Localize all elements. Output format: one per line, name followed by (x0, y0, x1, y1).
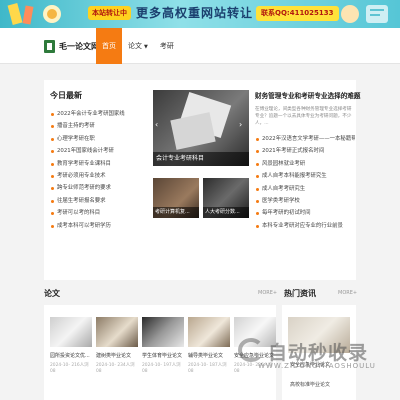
nav-item-kaoyan[interactable]: 考研 (154, 28, 180, 64)
carousel-caption[interactable]: 会计专业考研科目 (153, 152, 249, 166)
papers-section-title: 论文 (44, 289, 60, 298)
list-item[interactable]: 每年考研的初试时间 (255, 207, 355, 219)
section-title: 今日最新 (50, 91, 82, 100)
hot-section-title: 热门资讯 (284, 289, 316, 298)
article-meta: 2024-10- 187人浏 08 (188, 363, 227, 374)
list-item[interactable]: 风景园林就业考研 (255, 158, 355, 170)
image-carousel[interactable]: ‹ › 会计专业考研科目 (153, 90, 249, 166)
top-ad-banner[interactable]: 本站转让中 更多高权重网站转让 联系QQ:411025133 (0, 0, 400, 28)
article-meta: 2024-10- 234人浏 08 (96, 363, 135, 374)
hot-news-item[interactable]: 高校标准毕业论文 (290, 381, 330, 388)
thumbnail-caption: 考研计算机复... (153, 207, 199, 218)
list-item[interactable]: 考研必须用专业技术 (50, 170, 146, 182)
list-item[interactable]: 考研可以考的科目 (50, 207, 146, 219)
main-content-panel: 今日最新 2022年会计专业考研国家线 播音主持的考研 心理学考研在职 2021… (44, 80, 361, 280)
thumbnail-card[interactable]: 考研计算机复... (153, 178, 199, 218)
featured-article-section: 财务管理专业和考研专业选择的难题 在博业理论，间类型各种财务管理专业选择考研专业… (255, 90, 361, 232)
list-item[interactable]: 2022年会计专业考研国家线 (50, 108, 146, 120)
thumbnail-card[interactable]: 人大考研分数... (203, 178, 249, 218)
thumbnail-caption: 人大考研分数... (203, 207, 249, 218)
chevron-down-icon: ▼ (144, 44, 148, 50)
banner-headline: 更多高权重网站转让 (136, 6, 254, 20)
watermark: 自动秒收录 WWW.ZIDONGMIAOSHOULU (238, 336, 388, 376)
article-image (50, 317, 92, 347)
article-meta: 2024-10- 216人浏 08 (50, 363, 89, 374)
list-item[interactable]: 医学类考研学校 (255, 195, 355, 207)
article-meta: 2024-10- 197人浏 08 (142, 363, 181, 374)
main-nav: 首页 论文 ▼ 考研 (96, 28, 180, 64)
featured-description: 在博业理论，间类型各种财务管理专业选择考研专业？追题一个以去具体专业为考研问题，… (255, 107, 352, 126)
list-item[interactable]: 2021年国家线会计考研 (50, 145, 146, 157)
chevron-right-icon[interactable]: › (239, 120, 242, 129)
carousel-image (170, 112, 216, 150)
list-item[interactable]: 跨专业师范考研的要求 (50, 182, 146, 194)
list-item[interactable]: 本科专业考研对应专业的行业前景 (255, 220, 355, 232)
article-card[interactable]: 学生体育毕业论文 2024-10- 197人浏 08 (142, 317, 184, 375)
hot-more-link[interactable]: MORE+ (338, 290, 357, 296)
list-item[interactable]: 教育学考研专业课科目 (50, 158, 146, 170)
list-item[interactable]: 成人自考考研究生 (255, 183, 355, 195)
banner-contact[interactable]: 联系QQ:411025133 (256, 6, 339, 21)
article-title: 学生体育毕业论文 (142, 353, 183, 359)
list-item[interactable]: 2022年汉语言文学考研——一本秘籍帮你... (255, 133, 355, 145)
watermark-text: 自动秒收录 (268, 342, 369, 364)
article-image (188, 317, 230, 347)
article-card[interactable]: 建树类毕业论文 2024-10- 234人浏 08 (96, 317, 138, 375)
cartoon-decoration-icon (341, 5, 388, 23)
watermark-url: WWW.ZIDONGMIAOSHOULU (258, 362, 376, 370)
list-item[interactable]: 播音主持的考研 (50, 120, 146, 132)
article-card[interactable]: 园所投资论文优... 2024-10- 216人浏 08 (50, 317, 92, 375)
list-item[interactable]: 成考本科可以考研学历 (50, 220, 146, 232)
book-icon (44, 39, 55, 53)
article-title: 园所投资论文优... (50, 353, 90, 359)
banner-tag: 本站转让中 (88, 6, 131, 20)
featured-title[interactable]: 财务管理专业和考研专业选择的难题 (255, 90, 361, 100)
chevron-left-icon[interactable]: ‹ (155, 120, 158, 129)
article-card[interactable]: 辅导类毕业论文 2024-10- 187人浏 08 (188, 317, 230, 375)
site-logo-text: 毛一论文网 (59, 40, 99, 51)
list-item[interactable]: 2021年考研正式报名时间 (255, 145, 355, 157)
nav-item-home[interactable]: 首页 (96, 28, 122, 64)
article-image (96, 317, 138, 347)
list-item[interactable]: 成人自考本科能报考研究生 (255, 170, 355, 182)
list-item[interactable]: 往届生考研报名要求 (50, 195, 146, 207)
list-item[interactable]: 心理学考研在职 (50, 133, 146, 145)
article-image (142, 317, 184, 347)
latest-list-section: 今日最新 2022年会计专业考研国家线 播音主持的考研 心理学考研在职 2021… (50, 90, 146, 232)
papers-more-link[interactable]: MORE+ (258, 290, 277, 296)
nav-item-papers[interactable]: 论文 ▼ (122, 28, 154, 64)
watermark-logo-icon (238, 338, 264, 362)
cartoon-decoration-icon (7, 3, 61, 25)
article-title: 辅导类毕业论文 (188, 353, 224, 359)
article-title: 建树类毕业论文 (96, 353, 132, 359)
site-header: 毛一论文网 首页 论文 ▼ 考研 (0, 28, 400, 64)
site-logo[interactable]: 毛一论文网 (44, 39, 99, 53)
